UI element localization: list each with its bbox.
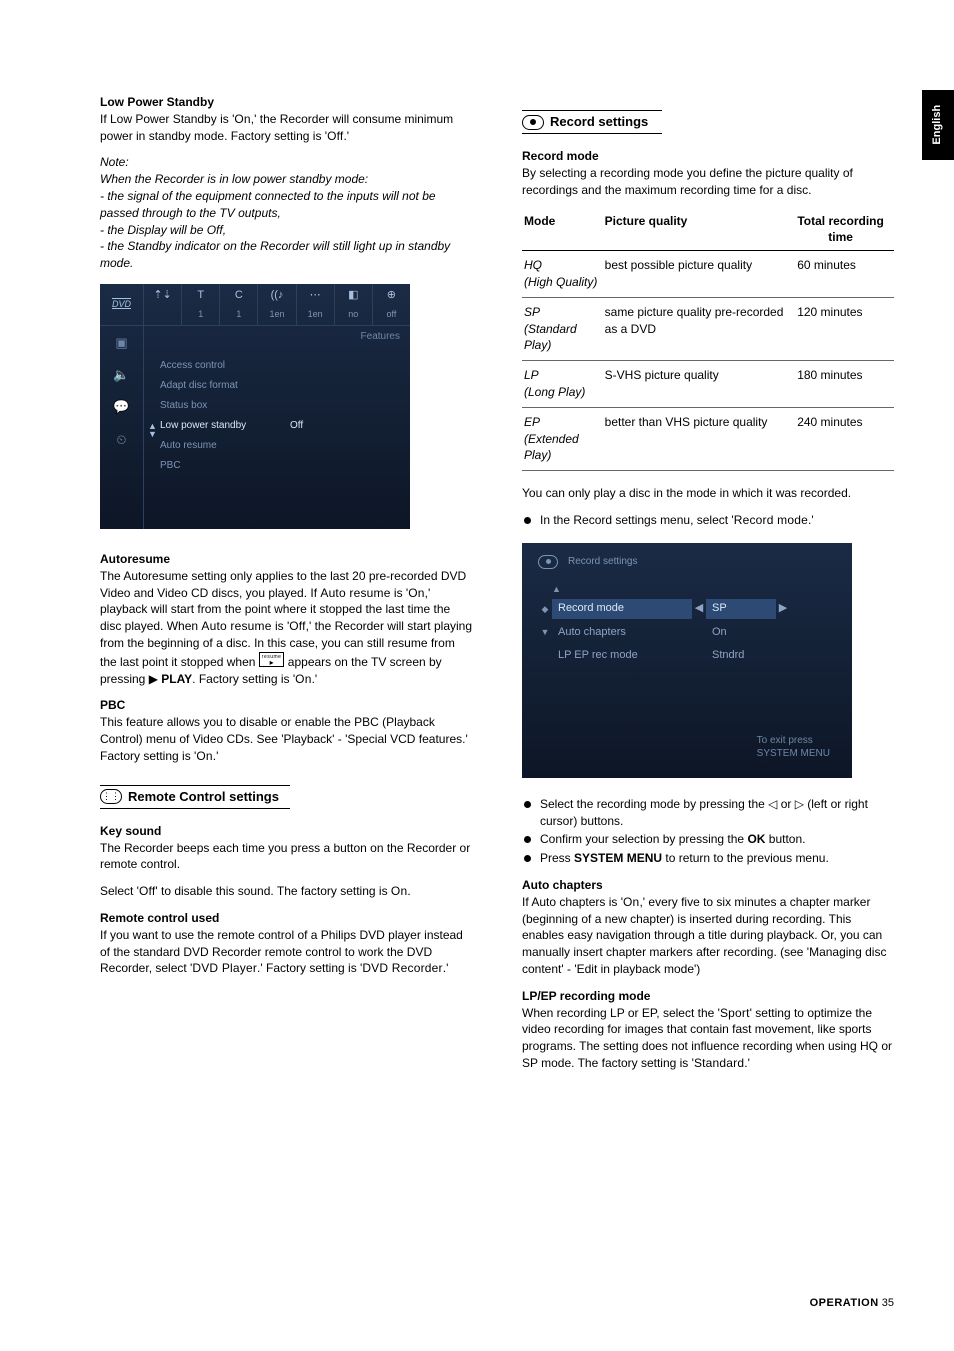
- osd-record-settings-screenshot: Record settings ▲ ◆Record mode◀SP▶▼Auto …: [522, 543, 852, 778]
- table-row: EP(Extended Play)better than VHS picture…: [522, 407, 894, 470]
- record-icon: [522, 115, 544, 130]
- osd-menu-row: Access control: [160, 356, 400, 376]
- remote-icon: ⋮⋮: [100, 789, 122, 804]
- osd-features-label: Features: [361, 330, 400, 344]
- bullet-select-mode-cursor: Select the recording mode by pressing th…: [522, 796, 894, 830]
- autoresume-heading: Autoresume: [100, 551, 472, 568]
- osd-up-arrow: ▲: [552, 583, 836, 596]
- osd-top-cell: ⋯1en: [297, 284, 335, 325]
- osd-top-cell: ⇡⇣: [144, 284, 182, 325]
- osd-side-icon: 🔈: [113, 366, 129, 384]
- table-row: SP(Standard Play)same picture quality pr…: [522, 297, 894, 360]
- record-settings-heading: Record settings: [550, 113, 648, 131]
- osd-features-screenshot: DVD ⇡⇣T1C1((♪1en⋯1en◧no⊕off ▣ 🔈 💬 ⏲ Feature…: [100, 284, 410, 529]
- record-modes-table: Mode Picture quality Total recording tim…: [522, 209, 894, 472]
- osd-record-row: ▼Auto chaptersOn: [538, 621, 836, 644]
- osd-top-cell: C1: [220, 284, 258, 325]
- record-mode-intro: By selecting a recording mode you define…: [522, 165, 894, 199]
- remote-used-body: If you want to use the remote control of…: [100, 927, 472, 977]
- table-row: LP(Long Play)S-VHS picture quality180 mi…: [522, 361, 894, 408]
- keysound-p2: Select 'Off' to disable this sound. The …: [100, 883, 472, 900]
- pbc-heading: PBC: [100, 697, 472, 714]
- auto-chapters-heading: Auto chapters: [522, 877, 894, 894]
- osd-side-icon: ▣: [115, 334, 127, 352]
- osd-menu-row: Status box: [160, 396, 400, 416]
- lps-note: Note: When the Recorder is in low power …: [100, 154, 472, 272]
- language-tab: English: [922, 90, 954, 160]
- table-row: HQ(High Quality)best possible picture qu…: [522, 251, 894, 298]
- osd-top-cell: T1: [182, 284, 220, 325]
- record-mode-heading: Record mode: [522, 148, 894, 165]
- lps-body: If Low Power Standby is 'On,' the Record…: [100, 111, 472, 145]
- record-after-table: You can only play a disc in the mode in …: [522, 485, 894, 502]
- osd-record-row: LP EP rec modeStndrd: [538, 644, 836, 667]
- lpep-body: When recording LP or EP, select the 'Spo…: [522, 1005, 894, 1072]
- osd-top-cell: ◧no: [335, 284, 373, 325]
- dvd-logo: DVD: [112, 298, 131, 311]
- record-bullet-select-mode: In the Record settings menu, select 'Rec…: [522, 512, 894, 529]
- osd-record-title: Record settings: [568, 555, 637, 569]
- osd-menu-row: Low power standbyOff: [160, 416, 400, 436]
- osd-menu-row: PBC: [160, 456, 400, 476]
- osd-side-icon: 💬: [113, 398, 129, 416]
- osd-top-cell: ⊕off: [373, 284, 410, 325]
- remote-settings-heading: Remote Control settings: [128, 788, 279, 806]
- remote-used-heading: Remote control used: [100, 910, 472, 927]
- right-column: Record settings Record mode By selecting…: [522, 90, 894, 1082]
- lpep-heading: LP/EP recording mode: [522, 988, 894, 1005]
- osd-exit-hint: To exit pressSYSTEM MENU: [757, 734, 830, 760]
- osd-menu-row: Adapt disc format: [160, 376, 400, 396]
- osd-top-cell: ((♪1en: [258, 284, 296, 325]
- osd-side-icon: ⏲: [116, 431, 126, 449]
- bullet-confirm-ok: Confirm your selection by pressing the O…: [522, 831, 894, 848]
- osd-record-row: ◆Record mode◀SP▶: [538, 597, 836, 620]
- auto-chapters-body: If Auto chapters is 'On,' every five to …: [522, 894, 894, 978]
- osd-scroll-arrows: ▲▼: [148, 422, 157, 438]
- bullet-press-system-menu: Press SYSTEM MENU to return to the previ…: [522, 850, 894, 867]
- pbc-body: This feature allows you to disable or en…: [100, 714, 472, 764]
- osd-record-icon: [538, 555, 558, 569]
- page-footer: OPERATION 35: [810, 1296, 894, 1311]
- keysound-p1: The Recorder beeps each time you press a…: [100, 840, 472, 874]
- resume-icon: resume: [259, 652, 285, 667]
- lps-heading: Low Power Standby: [100, 94, 472, 111]
- autoresume-body: The Autoresume setting only applies to t…: [100, 568, 472, 688]
- left-column: Low Power Standby If Low Power Standby i…: [100, 90, 472, 1082]
- osd-menu-row: Auto resume: [160, 436, 400, 456]
- keysound-heading: Key sound: [100, 823, 472, 840]
